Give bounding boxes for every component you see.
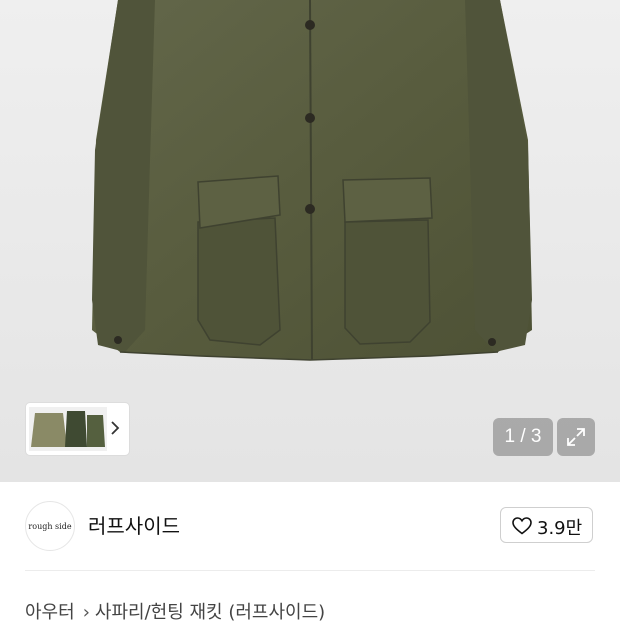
- image-counter: 1 / 3: [493, 418, 553, 456]
- like-count: 3.9만: [537, 518, 583, 539]
- like-button[interactable]: 3.9만: [500, 507, 593, 543]
- divider: [25, 570, 595, 571]
- heart-outline-icon: [512, 517, 532, 535]
- thumbnail-strip[interactable]: [26, 403, 129, 455]
- chevron-right-icon[interactable]: [110, 420, 120, 436]
- thumbnail-jackets[interactable]: [29, 407, 107, 451]
- brand-name[interactable]: 러프사이드: [88, 510, 180, 539]
- expand-button[interactable]: [557, 418, 595, 456]
- expand-arrows-icon: [567, 428, 585, 446]
- breadcrumb: 아우터 › 사파리/헌팅 재킷 (러프사이드): [25, 598, 325, 624]
- brand-logo[interactable]: rough side: [25, 501, 75, 551]
- product-image-gallery[interactable]: 1 / 3: [0, 0, 620, 482]
